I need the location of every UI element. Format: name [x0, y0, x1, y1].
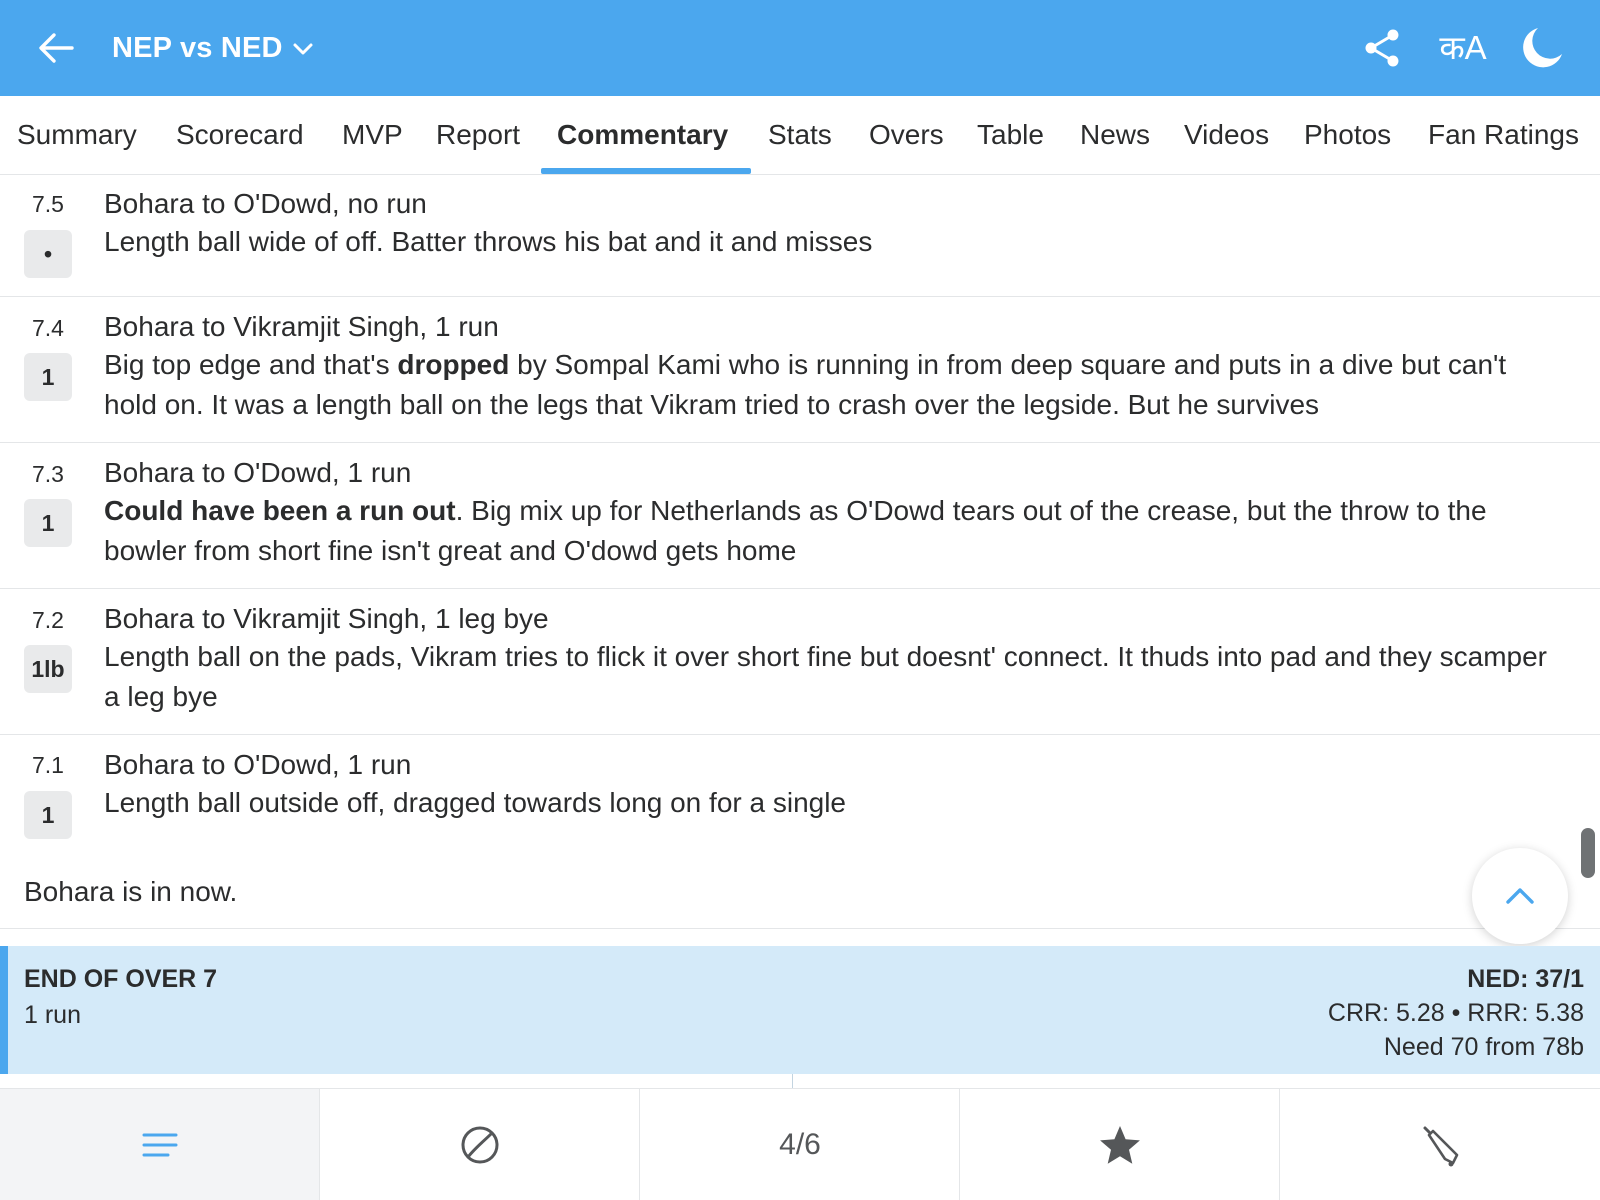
back-arrow-icon[interactable] [34, 26, 78, 70]
ball-result-badge: • [24, 230, 72, 278]
bottom-navigation: 4/6 [0, 1088, 1600, 1200]
commentary-item: 7.5 • Bohara to O'Dowd, no run Length ba… [0, 176, 1600, 297]
star-icon [1100, 1126, 1140, 1164]
end-of-over-title: END OF OVER 7 [24, 965, 218, 993]
tab-news[interactable]: News [1080, 96, 1150, 175]
ball-result-badge: 1 [24, 353, 72, 401]
tab-overs[interactable]: Overs [869, 96, 944, 175]
ball-headline: Bohara to O'Dowd, no run [104, 188, 427, 219]
over-number: 7.5 [32, 191, 64, 217]
over-number: 7.2 [32, 607, 64, 633]
tab-table[interactable]: Table [977, 96, 1044, 175]
over-runs: 1 run [24, 1001, 81, 1029]
nav-favorites-button[interactable] [960, 1089, 1280, 1200]
language-icon[interactable]: कA [1436, 26, 1490, 70]
commentary-item: 7.2 1lb Bohara to Vikramjit Singh, 1 leg… [0, 589, 1600, 735]
tab-videos[interactable]: Videos [1184, 96, 1269, 175]
chevron-down-icon[interactable] [290, 36, 316, 62]
commentary-item: 7.3 1 Bohara to O'Dowd, 1 run Could have… [0, 443, 1600, 589]
tab-mvp[interactable]: MVP [342, 96, 403, 175]
bat-icon [1423, 1126, 1459, 1167]
menu-lines-icon [142, 1133, 178, 1157]
commentary-item: 7.1 1 Bohara to O'Dowd, 1 run Length bal… [0, 735, 1600, 856]
tab-scorecard[interactable]: Scorecard [176, 96, 304, 175]
moon-icon[interactable] [1518, 22, 1568, 72]
ball-result-badge: 1 [24, 791, 72, 839]
tab-stats[interactable]: Stats [768, 96, 832, 175]
tab-photos[interactable]: Photos [1304, 96, 1391, 175]
over-number: 7.3 [32, 461, 64, 487]
ball-headline: Bohara to O'Dowd, 1 run [104, 749, 412, 780]
end-of-over-summary: END OF OVER 7 1 run NED: 37/1 CRR: 5.28 … [0, 946, 1600, 1074]
nav-live-ball-button[interactable] [320, 1089, 640, 1200]
tab-report[interactable]: Report [436, 96, 520, 175]
ball-description: Big top edge and that's dropped by Sompa… [104, 349, 1507, 420]
team-score: NED: 37/1 [1467, 965, 1584, 993]
share-icon[interactable] [1360, 26, 1404, 70]
run-rates: CRR: 5.28 • RRR: 5.38 [1327, 999, 1584, 1027]
target-requirement: Need 70 from 78b [1383, 1033, 1584, 1061]
ball-description: Length ball on the pads, Vikram tries to… [104, 641, 1547, 712]
ball-headline: Bohara to O'Dowd, 1 run [104, 457, 412, 488]
over-number: 7.1 [32, 752, 64, 778]
divider [0, 928, 1600, 929]
divider [792, 1074, 793, 1088]
tab-summary[interactable]: Summary [17, 96, 137, 175]
ball-description: Length ball wide of off. Batter throws h… [104, 226, 873, 257]
commentary-note: Bohara is in now. [24, 876, 238, 907]
nav-page-indicator[interactable]: 4/6 [640, 1089, 960, 1200]
ball-headline: Bohara to Vikramjit Singh, 1 run [104, 311, 499, 342]
nav-batting-button[interactable] [1280, 1089, 1600, 1200]
ball-headline: Bohara to Vikramjit Singh, 1 leg bye [104, 603, 549, 634]
ball-result-badge: 1 [24, 499, 72, 547]
scroll-to-top-button[interactable] [1472, 848, 1568, 944]
tab-fan-ratings[interactable]: Fan Ratings [1428, 96, 1579, 175]
over-number: 7.4 [32, 315, 64, 341]
ball-description: Could have been a run out. Big mix up fo… [104, 495, 1487, 566]
ball-description: Length ball outside off, dragged towards… [104, 787, 846, 818]
match-title[interactable]: NEP vs NED [112, 28, 283, 68]
scrollbar-thumb[interactable] [1581, 828, 1595, 878]
ball-result-badge: 1lb [24, 645, 72, 693]
app-bar: NEP vs NED कA [0, 0, 1600, 96]
ball-icon [461, 1126, 499, 1164]
active-tab-indicator [541, 168, 751, 174]
commentary-item: 7.4 1 Bohara to Vikramjit Singh, 1 run B… [0, 297, 1600, 443]
chevron-up-icon [1506, 888, 1534, 904]
match-tabs: Summary Scorecard MVP Report Commentary … [0, 96, 1600, 175]
nav-commentary-button[interactable] [0, 1089, 320, 1200]
page-indicator: 4/6 [779, 1128, 821, 1161]
tab-commentary[interactable]: Commentary [557, 96, 728, 175]
